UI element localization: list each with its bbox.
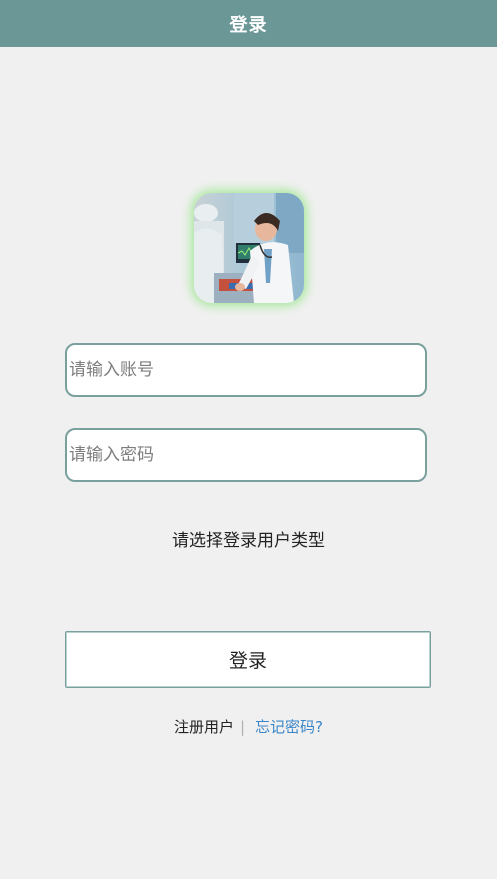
login-button[interactable]: 登录 (65, 631, 431, 688)
header-bar: 登录 (0, 0, 497, 47)
page-title: 登录 (229, 14, 268, 36)
register-link[interactable]: 注册用户 (174, 718, 234, 736)
link-separator: | (239, 718, 246, 736)
password-input[interactable] (65, 428, 427, 482)
user-type-select[interactable]: 请选择登录用户类型 (0, 526, 497, 551)
user-type-label: 请选择登录用户类型 (172, 531, 325, 551)
account-input[interactable] (65, 343, 427, 397)
avatar (194, 193, 304, 303)
doctor-photo-icon (194, 193, 304, 303)
forgot-password-link[interactable]: 忘记密码? (255, 718, 323, 736)
auth-links: 注册用户 | 忘记密码? (0, 716, 497, 737)
